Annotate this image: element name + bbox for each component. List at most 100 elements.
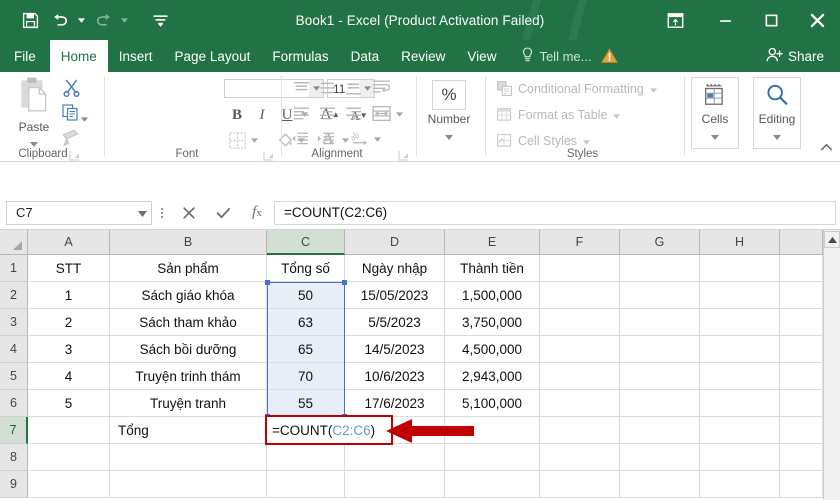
customize-qat-icon[interactable]	[146, 6, 174, 34]
align-center-icon[interactable]	[315, 103, 339, 123]
cell-a4[interactable]: 3	[28, 336, 110, 363]
copy-dropdown-icon[interactable]	[81, 109, 88, 127]
bold-button[interactable]: B	[226, 104, 248, 126]
cell-c5[interactable]: 70	[267, 363, 345, 390]
cell-b9[interactable]	[110, 471, 267, 498]
cell-i8[interactable]	[780, 444, 823, 471]
cell-b8[interactable]	[110, 444, 267, 471]
conditional-formatting-button[interactable]: Conditional Formatting	[497, 81, 657, 96]
cell-a1[interactable]: STT	[28, 255, 110, 282]
cell-i5[interactable]	[780, 363, 823, 390]
column-header-i[interactable]	[780, 230, 823, 255]
formula-bar-options-icon[interactable]	[152, 207, 172, 218]
warning-triangle-icon[interactable]	[601, 40, 619, 72]
cell-f7[interactable]	[540, 417, 620, 444]
align-left-icon[interactable]	[289, 103, 313, 123]
align-right-icon[interactable]	[341, 103, 365, 123]
cell-e3[interactable]: 3,750,000	[445, 309, 540, 336]
cell-g8[interactable]	[620, 444, 700, 471]
active-cell-c7-editor[interactable]: =COUNT(C2:C6)	[265, 415, 393, 445]
row-header-5[interactable]: 5	[0, 363, 28, 390]
cell-d3[interactable]: 5/5/2023	[345, 309, 445, 336]
select-all-corner[interactable]	[0, 230, 28, 255]
increase-indent-icon[interactable]	[313, 128, 337, 148]
cell-g9[interactable]	[620, 471, 700, 498]
column-header-f[interactable]: F	[540, 230, 620, 255]
font-dialog-launcher-icon[interactable]	[263, 148, 274, 161]
column-header-a[interactable]: A	[28, 230, 110, 255]
cell-i2[interactable]	[780, 282, 823, 309]
format-as-table-button[interactable]: Format as Table	[497, 107, 621, 122]
cell-e6[interactable]: 5,100,000	[445, 390, 540, 417]
tab-file[interactable]: File	[0, 40, 50, 72]
cell-c9[interactable]	[267, 471, 345, 498]
cell-g2[interactable]	[620, 282, 700, 309]
cell-c6[interactable]: 55	[267, 390, 345, 417]
cell-i6[interactable]	[780, 390, 823, 417]
wrap-text-icon[interactable]	[369, 77, 393, 99]
editing-button[interactable]: Editing	[753, 77, 801, 149]
alignment-dialog-launcher-icon[interactable]	[398, 148, 409, 161]
number-dropdown-icon[interactable]	[445, 127, 453, 145]
cells-dropdown-icon[interactable]	[711, 127, 719, 145]
cell-f1[interactable]	[540, 255, 620, 282]
save-icon[interactable]	[16, 6, 44, 34]
cell-d4[interactable]: 14/5/2023	[345, 336, 445, 363]
ribbon-display-options-icon[interactable]	[648, 0, 702, 40]
cell-a7[interactable]	[28, 417, 110, 444]
align-bottom-icon[interactable]	[341, 78, 365, 98]
row-header-1[interactable]: 1	[0, 255, 28, 282]
cell-a9[interactable]	[28, 471, 110, 498]
column-header-c[interactable]: C	[267, 230, 345, 255]
column-header-b[interactable]: B	[110, 230, 267, 255]
row-header-3[interactable]: 3	[0, 309, 28, 336]
cell-h2[interactable]	[700, 282, 780, 309]
column-header-d[interactable]: D	[345, 230, 445, 255]
cell-d9[interactable]	[345, 471, 445, 498]
cell-a6[interactable]: 5	[28, 390, 110, 417]
tab-insert[interactable]: Insert	[108, 40, 164, 72]
cell-h4[interactable]	[700, 336, 780, 363]
cell-h9[interactable]	[700, 471, 780, 498]
cell-g3[interactable]	[620, 309, 700, 336]
name-box-dropdown-icon[interactable]	[138, 205, 147, 220]
cell-f8[interactable]	[540, 444, 620, 471]
align-middle-icon[interactable]	[315, 78, 339, 98]
tab-view[interactable]: View	[456, 40, 507, 72]
vertical-scrollbar[interactable]	[823, 230, 840, 500]
scrollbar-track[interactable]	[825, 249, 840, 500]
cell-b6[interactable]: Truyện tranh	[110, 390, 267, 417]
tab-formulas[interactable]: Formulas	[261, 40, 339, 72]
cell-c3[interactable]: 63	[267, 309, 345, 336]
cell-styles-button[interactable]: Cell Styles	[497, 133, 591, 148]
name-box[interactable]: C7	[6, 200, 152, 225]
column-header-g[interactable]: G	[620, 230, 700, 255]
cell-c4[interactable]: 65	[267, 336, 345, 363]
cell-i9[interactable]	[780, 471, 823, 498]
cell-f6[interactable]	[540, 390, 620, 417]
row-header-9[interactable]: 9	[0, 471, 28, 498]
cell-e4[interactable]: 4,500,000	[445, 336, 540, 363]
cell-d6[interactable]: 17/6/2023	[345, 390, 445, 417]
row-header-4[interactable]: 4	[0, 336, 28, 363]
format-as-table-dropdown-icon[interactable]	[613, 108, 621, 122]
restore-icon[interactable]	[748, 0, 794, 40]
cell-b1[interactable]: Sản phẩm	[110, 255, 267, 282]
cell-e5[interactable]: 2,943,000	[445, 363, 540, 390]
merge-dropdown-icon[interactable]	[394, 108, 405, 120]
conditional-formatting-dropdown-icon[interactable]	[649, 82, 657, 96]
cell-d2[interactable]: 15/05/2023	[345, 282, 445, 309]
cell-a5[interactable]: 4	[28, 363, 110, 390]
cell-h5[interactable]	[700, 363, 780, 390]
cell-h8[interactable]	[700, 444, 780, 471]
tab-page-layout[interactable]: Page Layout	[164, 40, 262, 72]
cell-b4[interactable]: Sách bồi dưỡng	[110, 336, 267, 363]
row-header-6[interactable]: 6	[0, 390, 28, 417]
cell-h6[interactable]	[700, 390, 780, 417]
decrease-indent-icon[interactable]	[287, 128, 311, 148]
borders-icon[interactable]	[226, 130, 248, 150]
enter-check-icon[interactable]	[206, 199, 240, 227]
cell-g5[interactable]	[620, 363, 700, 390]
cell-styles-dropdown-icon[interactable]	[583, 134, 591, 148]
cell-a8[interactable]	[28, 444, 110, 471]
